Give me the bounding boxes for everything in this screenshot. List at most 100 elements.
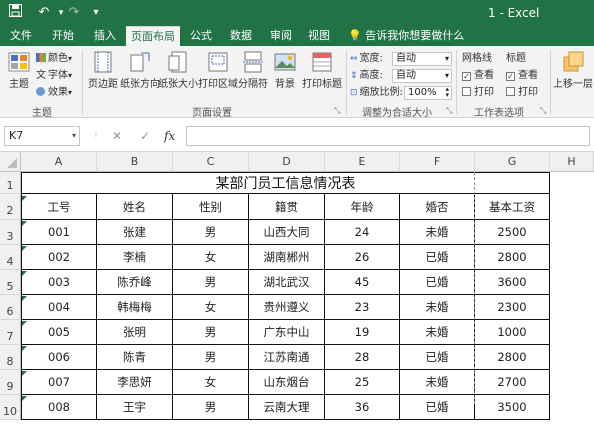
- chevron-down-icon[interactable]: ▾: [72, 127, 76, 145]
- row-header-3[interactable]: 3: [0, 220, 21, 245]
- enter-formula-button[interactable]: ✓: [140, 126, 150, 146]
- cell-married[interactable]: 未婚: [400, 220, 475, 245]
- cell-hometown[interactable]: 云南大理: [249, 395, 325, 420]
- column-header-d[interactable]: D: [249, 152, 325, 172]
- column-header-c[interactable]: C: [173, 152, 249, 172]
- cell-married[interactable]: 已婚: [400, 270, 475, 295]
- cell-id[interactable]: 001: [21, 220, 97, 245]
- background-button[interactable]: 背景: [270, 51, 300, 90]
- row-header-4[interactable]: 4: [0, 245, 21, 270]
- tab-home[interactable]: 开始: [46, 26, 80, 46]
- breaks-button[interactable]: 分隔符: [236, 51, 270, 90]
- undo-button[interactable]: ↶: [34, 4, 54, 22]
- formula-input[interactable]: [186, 126, 590, 146]
- error-indicator-icon[interactable]: [22, 271, 27, 276]
- tab-insert[interactable]: 插入: [88, 26, 122, 46]
- error-indicator-icon[interactable]: [22, 246, 27, 251]
- header-cell-age[interactable]: 年龄: [325, 194, 400, 220]
- cell-married[interactable]: 已婚: [400, 395, 475, 420]
- cell-salary[interactable]: 3600: [475, 270, 550, 295]
- header-cell-hometown[interactable]: 籍贯: [249, 194, 325, 220]
- row-header-10[interactable]: 10: [0, 395, 21, 420]
- cell-id[interactable]: 004: [21, 295, 97, 320]
- cell-name[interactable]: 韩梅梅: [97, 295, 173, 320]
- redo-button[interactable]: ↷: [64, 4, 84, 22]
- spinner-arrows-icon[interactable]: ▴ ▾: [445, 86, 449, 99]
- cell-name[interactable]: 李楠: [97, 245, 173, 270]
- sheet-title-cell[interactable]: 某部门员工信息情况表: [21, 172, 550, 194]
- cell-hometown[interactable]: 江苏南通: [249, 345, 325, 370]
- cell-age[interactable]: 45: [325, 270, 400, 295]
- cell-name[interactable]: 王宇: [97, 395, 173, 420]
- cell-id[interactable]: 007: [21, 370, 97, 395]
- cell-id[interactable]: 003: [21, 270, 97, 295]
- cell-id[interactable]: 006: [21, 345, 97, 370]
- dialog-launcher-icon[interactable]: ⤡: [540, 106, 546, 116]
- tab-view[interactable]: 视图: [302, 26, 336, 46]
- cell-gender[interactable]: 女: [173, 370, 249, 395]
- column-header-b[interactable]: B: [97, 152, 173, 172]
- cell-hometown[interactable]: 山西大同: [249, 220, 325, 245]
- tab-page-layout[interactable]: 页面布局: [126, 26, 180, 46]
- error-indicator-icon[interactable]: [22, 346, 27, 351]
- error-indicator-icon[interactable]: [22, 371, 27, 376]
- cell-id[interactable]: 005: [21, 320, 97, 345]
- headings-view-checkbox[interactable]: ✓ 查看: [506, 69, 538, 83]
- row-header-9[interactable]: 9: [0, 370, 21, 395]
- error-indicator-icon[interactable]: [22, 296, 27, 301]
- column-header-e[interactable]: E: [325, 152, 400, 172]
- row-header-5[interactable]: 5: [0, 270, 21, 295]
- header-cell-id[interactable]: 工号: [21, 194, 97, 220]
- cell-salary[interactable]: 2700: [475, 370, 550, 395]
- cell-salary[interactable]: 2800: [475, 345, 550, 370]
- cell-hometown[interactable]: 湖南郴州: [249, 245, 325, 270]
- row-header-2[interactable]: 2: [0, 194, 21, 220]
- cell-age[interactable]: 23: [325, 295, 400, 320]
- row-header-7[interactable]: 7: [0, 320, 21, 345]
- print-titles-button[interactable]: 打印标题: [300, 51, 344, 90]
- cell-id[interactable]: 008: [21, 395, 97, 420]
- gridlines-view-checkbox[interactable]: ✓ 查看: [462, 69, 494, 83]
- cell-salary[interactable]: 2800: [475, 245, 550, 270]
- gridlines-print-checkbox[interactable]: 打印: [462, 86, 494, 100]
- error-indicator-icon[interactable]: [22, 321, 27, 326]
- header-cell-name[interactable]: 姓名: [97, 194, 173, 220]
- column-header-g[interactable]: G: [475, 152, 550, 172]
- customize-qat-button[interactable]: ▾: [90, 4, 102, 22]
- dialog-launcher-icon[interactable]: ⤡: [334, 106, 340, 116]
- cell-hometown[interactable]: 广东中山: [249, 320, 325, 345]
- cancel-formula-button[interactable]: ✕: [112, 126, 122, 146]
- cell-gender[interactable]: 女: [173, 245, 249, 270]
- effects-button[interactable]: 效果▾: [36, 86, 72, 100]
- dialog-launcher-icon[interactable]: ⤡: [446, 106, 452, 116]
- insert-function-button[interactable]: fx: [164, 126, 175, 146]
- tell-me-box[interactable]: 💡 告诉我你想要做什么: [348, 26, 464, 46]
- cell-name[interactable]: 张明: [97, 320, 173, 345]
- error-indicator-icon[interactable]: [22, 221, 27, 226]
- error-indicator-icon[interactable]: [22, 396, 27, 401]
- cell-age[interactable]: 36: [325, 395, 400, 420]
- cell-hometown[interactable]: 山东烟台: [249, 370, 325, 395]
- cell-gender[interactable]: 男: [173, 395, 249, 420]
- cell-age[interactable]: 25: [325, 370, 400, 395]
- cell-name[interactable]: 李思妍: [97, 370, 173, 395]
- scale-spinner[interactable]: 100% ▴ ▾: [404, 86, 452, 100]
- orientation-button[interactable]: 纸张方向: [120, 51, 160, 90]
- cell-age[interactable]: 26: [325, 245, 400, 270]
- cell-age[interactable]: 28: [325, 345, 400, 370]
- cell-gender[interactable]: 男: [173, 220, 249, 245]
- cell-married[interactable]: 未婚: [400, 320, 475, 345]
- row-header-8[interactable]: 8: [0, 345, 21, 370]
- cell-age[interactable]: 19: [325, 320, 400, 345]
- cell-married[interactable]: 未婚: [400, 295, 475, 320]
- headings-print-checkbox[interactable]: 打印: [506, 86, 538, 100]
- cell-married[interactable]: 未婚: [400, 370, 475, 395]
- bring-forward-button[interactable]: 上移一层: [552, 51, 594, 90]
- select-all-button[interactable]: [0, 152, 21, 172]
- margins-button[interactable]: 页边距: [86, 51, 120, 90]
- tab-file[interactable]: 文件: [4, 26, 38, 46]
- tab-formulas[interactable]: 公式: [184, 26, 218, 46]
- cell-salary[interactable]: 2500: [475, 220, 550, 245]
- cell-hometown[interactable]: 贵州遵义: [249, 295, 325, 320]
- header-cell-gender[interactable]: 性别: [173, 194, 249, 220]
